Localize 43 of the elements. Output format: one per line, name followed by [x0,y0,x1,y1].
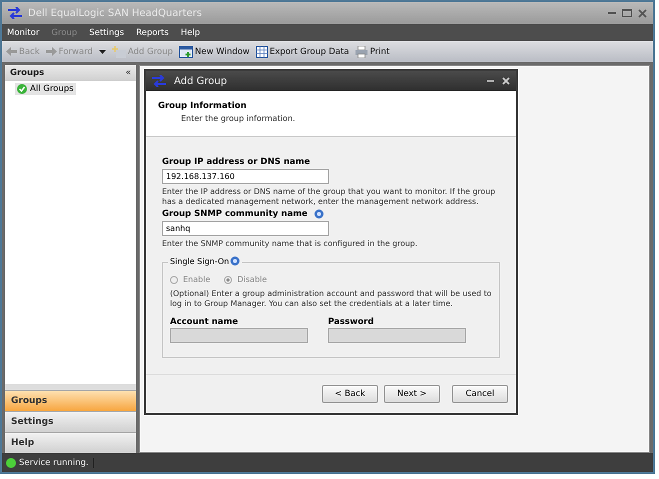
menu-item[interactable]: Monitor [7,28,40,38]
caret-icon[interactable] [98,50,106,54]
dialog-button[interactable]: < Back [322,385,378,403]
back-arrow-icon [6,47,17,56]
tree-item[interactable]: All Groups [15,83,76,95]
nav-button[interactable]: Help [5,432,136,453]
menu-item[interactable]: Settings [89,28,124,38]
field-label: Account name [170,316,240,327]
app-logo-icon [8,7,22,19]
field-label: Group IP address or DNS name [162,157,310,167]
panel-title: Groups [10,68,44,78]
dialog-title: Add Group [174,76,228,86]
spreadsheet-icon [256,46,268,58]
nav-button[interactable]: Settings [5,411,136,432]
toolbar-button[interactable]: Print [355,46,390,58]
group-title: Single Sign-On [170,256,230,266]
close-icon[interactable] [638,8,647,18]
section-subheading: Enter the group information. [180,114,296,123]
dialog-button[interactable]: Cancel [452,385,508,403]
help-icon[interactable] [314,209,324,220]
check-icon [17,84,27,94]
menu-item[interactable]: Help [180,28,200,38]
maximize-icon[interactable] [622,9,632,17]
collapse-button[interactable]: « [125,68,131,78]
field-label: Group SNMP community name [162,209,308,220]
text-field[interactable]: 192.168.137.160 [162,169,329,184]
status-text: Service running. [19,458,94,468]
app-logo-icon [152,75,166,87]
new-window-icon [178,46,193,58]
printer-icon [355,46,368,58]
window-title: Dell EqualLogic SAN HeadQuarters [28,8,203,18]
help-icon[interactable] [230,256,240,266]
text-field[interactable]: sanhq [162,221,329,236]
menu-item[interactable]: Reports [136,28,169,38]
forward-arrow-icon [46,47,57,56]
nav-button[interactable]: Groups [5,390,136,411]
dialog-button[interactable]: Next > [384,385,440,403]
toolbar-button[interactable]: New Window [178,46,250,58]
section-heading: Group Information [158,101,248,111]
add-group-icon [112,46,126,58]
field-label: Password [328,316,375,327]
status-dot-icon [6,458,16,468]
toolbar-button[interactable]: Export Group Data [256,46,350,58]
